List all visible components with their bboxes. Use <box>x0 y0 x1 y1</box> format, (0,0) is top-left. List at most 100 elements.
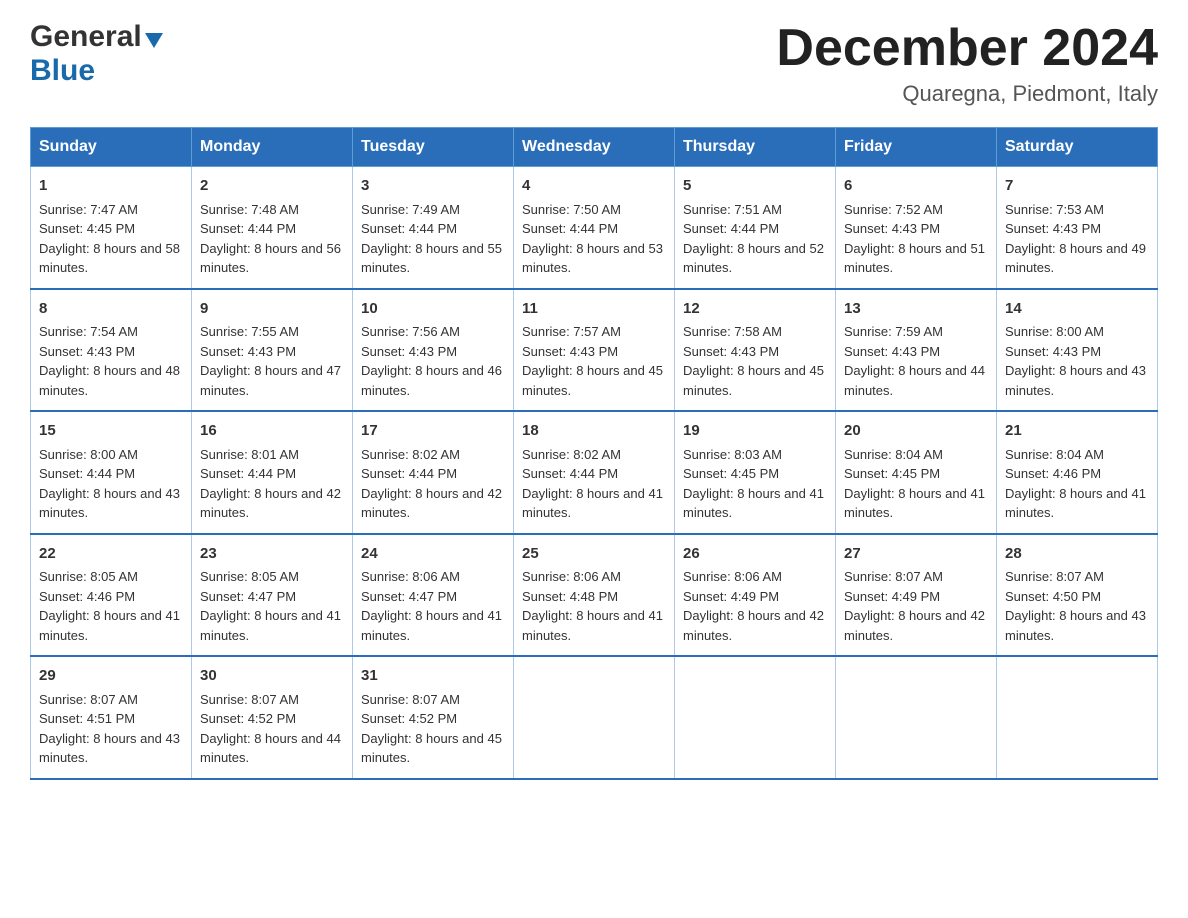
calendar-cell: 1Sunrise: 7:47 AMSunset: 4:45 PMDaylight… <box>31 167 192 289</box>
calendar-cell: 19Sunrise: 8:03 AMSunset: 4:45 PMDayligh… <box>675 411 836 534</box>
weekday-header-wednesday: Wednesday <box>514 128 675 167</box>
day-number: 28 <box>1005 543 1149 566</box>
calendar-cell: 27Sunrise: 8:07 AMSunset: 4:49 PMDayligh… <box>836 534 997 657</box>
calendar-cell: 26Sunrise: 8:06 AMSunset: 4:49 PMDayligh… <box>675 534 836 657</box>
day-number: 13 <box>844 298 988 321</box>
day-info: Sunrise: 8:07 AMSunset: 4:52 PMDaylight:… <box>200 690 344 768</box>
calendar-week-row: 29Sunrise: 8:07 AMSunset: 4:51 PMDayligh… <box>31 656 1158 779</box>
calendar-cell: 24Sunrise: 8:06 AMSunset: 4:47 PMDayligh… <box>353 534 514 657</box>
day-number: 25 <box>522 543 666 566</box>
day-number: 24 <box>361 543 505 566</box>
day-number: 14 <box>1005 298 1149 321</box>
day-number: 22 <box>39 543 183 566</box>
day-number: 12 <box>683 298 827 321</box>
day-info: Sunrise: 8:07 AMSunset: 4:49 PMDaylight:… <box>844 567 988 645</box>
logo-general-text: General <box>30 20 142 54</box>
calendar-week-row: 22Sunrise: 8:05 AMSunset: 4:46 PMDayligh… <box>31 534 1158 657</box>
weekday-header-tuesday: Tuesday <box>353 128 514 167</box>
day-info: Sunrise: 8:05 AMSunset: 4:47 PMDaylight:… <box>200 567 344 645</box>
day-number: 10 <box>361 298 505 321</box>
day-info: Sunrise: 8:07 AMSunset: 4:50 PMDaylight:… <box>1005 567 1149 645</box>
day-info: Sunrise: 7:51 AMSunset: 4:44 PMDaylight:… <box>683 200 827 278</box>
day-info: Sunrise: 7:53 AMSunset: 4:43 PMDaylight:… <box>1005 200 1149 278</box>
day-number: 1 <box>39 175 183 198</box>
weekday-header-row: SundayMondayTuesdayWednesdayThursdayFrid… <box>31 128 1158 167</box>
calendar-cell: 3Sunrise: 7:49 AMSunset: 4:44 PMDaylight… <box>353 167 514 289</box>
calendar-cell: 12Sunrise: 7:58 AMSunset: 4:43 PMDayligh… <box>675 289 836 412</box>
day-number: 4 <box>522 175 666 198</box>
day-number: 20 <box>844 420 988 443</box>
logo-blue-text: Blue <box>30 54 95 88</box>
day-number: 23 <box>200 543 344 566</box>
day-number: 6 <box>844 175 988 198</box>
calendar-cell: 8Sunrise: 7:54 AMSunset: 4:43 PMDaylight… <box>31 289 192 412</box>
calendar-cell: 13Sunrise: 7:59 AMSunset: 4:43 PMDayligh… <box>836 289 997 412</box>
day-number: 26 <box>683 543 827 566</box>
day-info: Sunrise: 8:06 AMSunset: 4:49 PMDaylight:… <box>683 567 827 645</box>
calendar-cell: 15Sunrise: 8:00 AMSunset: 4:44 PMDayligh… <box>31 411 192 534</box>
calendar-cell <box>836 656 997 779</box>
day-info: Sunrise: 7:57 AMSunset: 4:43 PMDaylight:… <box>522 322 666 400</box>
day-info: Sunrise: 8:01 AMSunset: 4:44 PMDaylight:… <box>200 445 344 523</box>
day-number: 30 <box>200 665 344 688</box>
day-info: Sunrise: 8:06 AMSunset: 4:47 PMDaylight:… <box>361 567 505 645</box>
calendar-week-row: 15Sunrise: 8:00 AMSunset: 4:44 PMDayligh… <box>31 411 1158 534</box>
page: General Blue December 2024 Quaregna, Pie… <box>0 0 1188 810</box>
day-number: 29 <box>39 665 183 688</box>
calendar-cell: 10Sunrise: 7:56 AMSunset: 4:43 PMDayligh… <box>353 289 514 412</box>
day-number: 5 <box>683 175 827 198</box>
weekday-header-sunday: Sunday <box>31 128 192 167</box>
day-info: Sunrise: 7:56 AMSunset: 4:43 PMDaylight:… <box>361 322 505 400</box>
day-info: Sunrise: 7:48 AMSunset: 4:44 PMDaylight:… <box>200 200 344 278</box>
day-info: Sunrise: 8:02 AMSunset: 4:44 PMDaylight:… <box>361 445 505 523</box>
calendar-cell: 5Sunrise: 7:51 AMSunset: 4:44 PMDaylight… <box>675 167 836 289</box>
day-info: Sunrise: 8:00 AMSunset: 4:43 PMDaylight:… <box>1005 322 1149 400</box>
day-info: Sunrise: 8:04 AMSunset: 4:45 PMDaylight:… <box>844 445 988 523</box>
calendar-cell: 11Sunrise: 7:57 AMSunset: 4:43 PMDayligh… <box>514 289 675 412</box>
day-info: Sunrise: 7:54 AMSunset: 4:43 PMDaylight:… <box>39 322 183 400</box>
day-number: 15 <box>39 420 183 443</box>
day-info: Sunrise: 7:55 AMSunset: 4:43 PMDaylight:… <box>200 322 344 400</box>
day-info: Sunrise: 7:47 AMSunset: 4:45 PMDaylight:… <box>39 200 183 278</box>
day-info: Sunrise: 7:58 AMSunset: 4:43 PMDaylight:… <box>683 322 827 400</box>
location: Quaregna, Piedmont, Italy <box>776 81 1158 107</box>
weekday-header-thursday: Thursday <box>675 128 836 167</box>
weekday-header-friday: Friday <box>836 128 997 167</box>
calendar-cell: 14Sunrise: 8:00 AMSunset: 4:43 PMDayligh… <box>997 289 1158 412</box>
logo-triangle-icon <box>145 33 163 48</box>
calendar-cell <box>997 656 1158 779</box>
day-info: Sunrise: 8:07 AMSunset: 4:51 PMDaylight:… <box>39 690 183 768</box>
day-info: Sunrise: 7:50 AMSunset: 4:44 PMDaylight:… <box>522 200 666 278</box>
day-number: 8 <box>39 298 183 321</box>
day-number: 31 <box>361 665 505 688</box>
calendar-cell: 17Sunrise: 8:02 AMSunset: 4:44 PMDayligh… <box>353 411 514 534</box>
month-title: December 2024 <box>776 20 1158 77</box>
day-info: Sunrise: 8:00 AMSunset: 4:44 PMDaylight:… <box>39 445 183 523</box>
calendar-cell: 6Sunrise: 7:52 AMSunset: 4:43 PMDaylight… <box>836 167 997 289</box>
calendar-cell: 28Sunrise: 8:07 AMSunset: 4:50 PMDayligh… <box>997 534 1158 657</box>
day-info: Sunrise: 8:02 AMSunset: 4:44 PMDaylight:… <box>522 445 666 523</box>
calendar-cell: 23Sunrise: 8:05 AMSunset: 4:47 PMDayligh… <box>192 534 353 657</box>
calendar-cell <box>514 656 675 779</box>
day-number: 2 <box>200 175 344 198</box>
calendar-cell: 7Sunrise: 7:53 AMSunset: 4:43 PMDaylight… <box>997 167 1158 289</box>
day-info: Sunrise: 7:52 AMSunset: 4:43 PMDaylight:… <box>844 200 988 278</box>
day-info: Sunrise: 7:59 AMSunset: 4:43 PMDaylight:… <box>844 322 988 400</box>
calendar-cell: 31Sunrise: 8:07 AMSunset: 4:52 PMDayligh… <box>353 656 514 779</box>
calendar-cell: 18Sunrise: 8:02 AMSunset: 4:44 PMDayligh… <box>514 411 675 534</box>
calendar-cell: 22Sunrise: 8:05 AMSunset: 4:46 PMDayligh… <box>31 534 192 657</box>
day-number: 7 <box>1005 175 1149 198</box>
calendar-cell: 29Sunrise: 8:07 AMSunset: 4:51 PMDayligh… <box>31 656 192 779</box>
header: General Blue December 2024 Quaregna, Pie… <box>30 20 1158 107</box>
calendar-week-row: 8Sunrise: 7:54 AMSunset: 4:43 PMDaylight… <box>31 289 1158 412</box>
logo-general-line: General <box>30 20 163 54</box>
calendar-cell: 21Sunrise: 8:04 AMSunset: 4:46 PMDayligh… <box>997 411 1158 534</box>
calendar-table: SundayMondayTuesdayWednesdayThursdayFrid… <box>30 127 1158 780</box>
day-number: 21 <box>1005 420 1149 443</box>
day-number: 27 <box>844 543 988 566</box>
calendar-cell: 30Sunrise: 8:07 AMSunset: 4:52 PMDayligh… <box>192 656 353 779</box>
day-info: Sunrise: 7:49 AMSunset: 4:44 PMDaylight:… <box>361 200 505 278</box>
calendar-week-row: 1Sunrise: 7:47 AMSunset: 4:45 PMDaylight… <box>31 167 1158 289</box>
calendar-cell: 16Sunrise: 8:01 AMSunset: 4:44 PMDayligh… <box>192 411 353 534</box>
day-number: 3 <box>361 175 505 198</box>
